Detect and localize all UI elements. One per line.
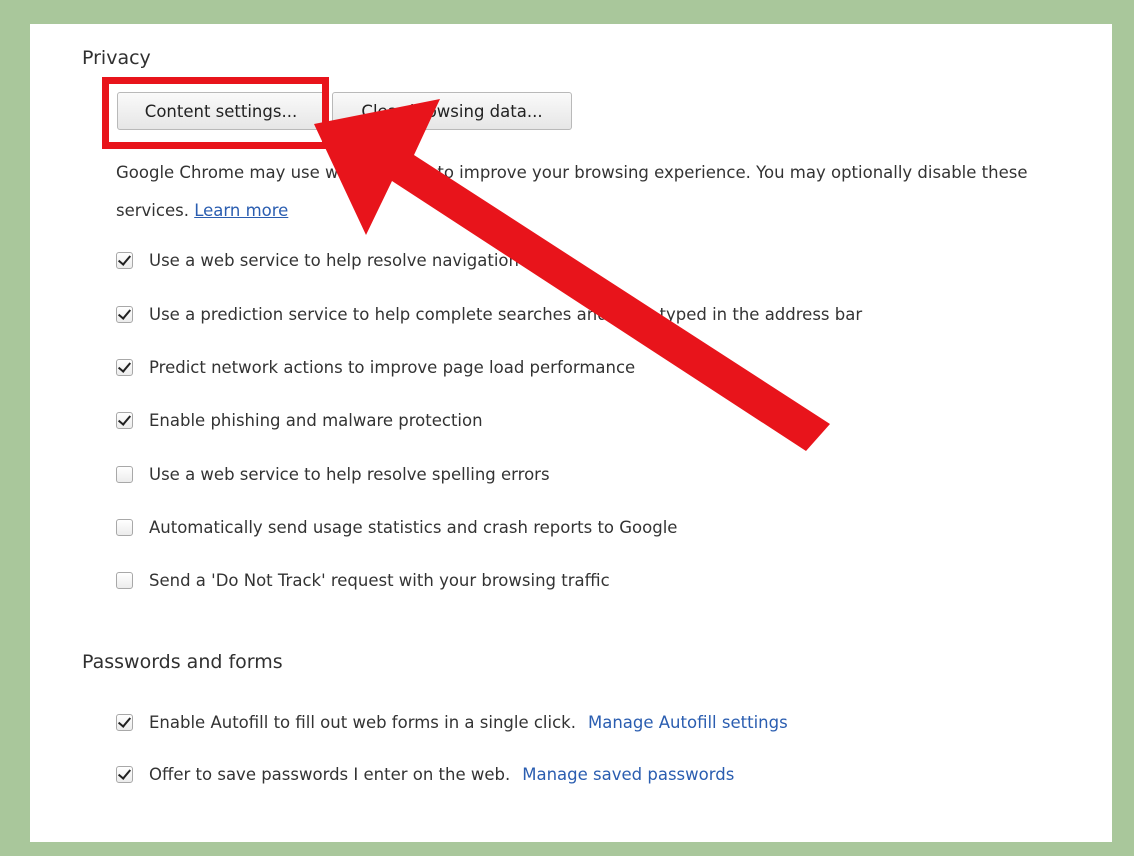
option-save-passwords[interactable]: Offer to save passwords I enter on the w…: [116, 765, 734, 784]
clear-browsing-data-button[interactable]: Clear browsing data...: [332, 92, 572, 130]
checkbox[interactable]: [116, 359, 133, 376]
option-label: Use a prediction service to help complet…: [149, 305, 863, 324]
option-prediction-service[interactable]: Use a prediction service to help complet…: [116, 305, 862, 324]
privacy-description-line2: services.: [116, 201, 189, 220]
content-settings-button[interactable]: Content settings...: [117, 92, 325, 130]
arrow-shape: [314, 99, 830, 451]
checkbox[interactable]: [116, 572, 133, 589]
option-label: Use a web service to help resolve naviga…: [149, 251, 573, 270]
manage-passwords-link[interactable]: Manage saved passwords: [522, 765, 734, 784]
option-label: Use a web service to help resolve spelli…: [149, 465, 550, 484]
checkbox[interactable]: [116, 714, 133, 731]
option-label: Enable Autofill to fill out web forms in…: [149, 713, 576, 732]
passwords-heading: Passwords and forms: [82, 651, 283, 673]
option-label: Send a 'Do Not Track' request with your …: [149, 571, 610, 590]
checkbox[interactable]: [116, 412, 133, 429]
option-usage-statistics[interactable]: Automatically send usage statistics and …: [116, 518, 677, 537]
privacy-heading: Privacy: [82, 47, 151, 69]
option-predict-network[interactable]: Predict network actions to improve page …: [116, 358, 635, 377]
checkbox[interactable]: [116, 466, 133, 483]
option-label: Enable phishing and malware protection: [149, 411, 483, 430]
checkbox[interactable]: [116, 519, 133, 536]
option-label: Predict network actions to improve page …: [149, 358, 636, 377]
manage-autofill-link[interactable]: Manage Autofill settings: [588, 713, 788, 732]
option-phishing-protection[interactable]: Enable phishing and malware protection: [116, 411, 483, 430]
privacy-description-line1: Google Chrome may use web services to im…: [116, 163, 1028, 182]
option-spelling-errors[interactable]: Use a web service to help resolve spelli…: [116, 465, 550, 484]
settings-panel: Privacy Content settings... Clear browsi…: [30, 24, 1112, 842]
privacy-description: Google Chrome may use web services to im…: [116, 154, 1112, 230]
option-autofill[interactable]: Enable Autofill to fill out web forms in…: [116, 713, 788, 732]
checkbox[interactable]: [116, 252, 133, 269]
option-navigation-errors[interactable]: Use a web service to help resolve naviga…: [116, 251, 573, 270]
option-label: Automatically send usage statistics and …: [149, 518, 678, 537]
option-do-not-track[interactable]: Send a 'Do Not Track' request with your …: [116, 571, 610, 590]
checkbox[interactable]: [116, 766, 133, 783]
option-label: Offer to save passwords I enter on the w…: [149, 765, 511, 784]
checkbox[interactable]: [116, 306, 133, 323]
learn-more-link[interactable]: Learn more: [194, 201, 288, 220]
